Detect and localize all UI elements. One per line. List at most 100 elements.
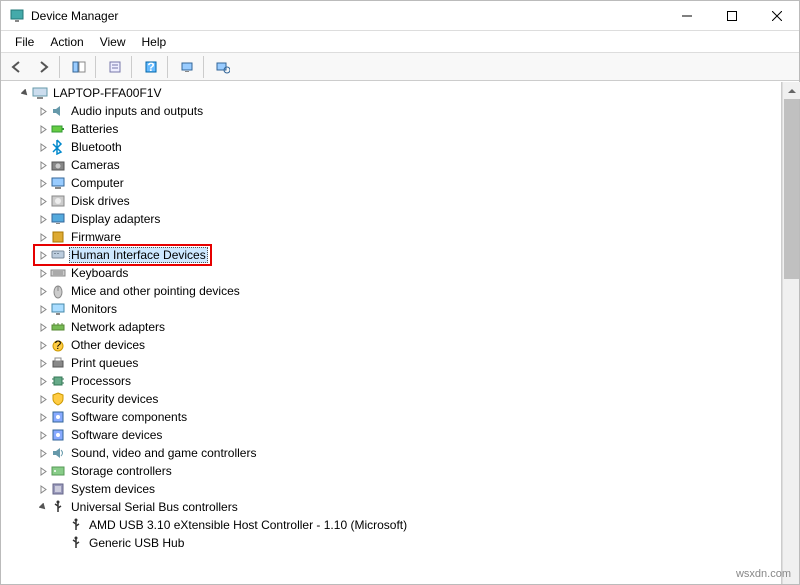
expand-icon[interactable] [37, 395, 49, 404]
category-label: Batteries [69, 121, 120, 137]
tree-category[interactable]: Human Interface Devices [1, 246, 781, 264]
expand-icon[interactable] [37, 107, 49, 116]
tree-device[interactable]: Generic USB Hub [1, 534, 781, 552]
processor-icon [50, 373, 66, 389]
watermark: wsxdn.com [736, 568, 791, 580]
category-label: Monitors [69, 301, 119, 317]
tree-category[interactable]: Security devices [1, 390, 781, 408]
expand-icon[interactable] [37, 215, 49, 224]
tree-category[interactable]: Software devices [1, 426, 781, 444]
expand-icon[interactable] [37, 251, 49, 260]
close-button[interactable] [754, 1, 799, 31]
expand-icon[interactable] [37, 179, 49, 188]
toolbar-separator [95, 56, 99, 78]
expand-icon[interactable] [37, 161, 49, 170]
category-label: Sound, video and game controllers [69, 445, 258, 461]
monitor-icon [50, 301, 66, 317]
scroll-up-button[interactable] [783, 82, 800, 99]
system-icon [50, 481, 66, 497]
tree-device[interactable]: AMD USB 3.10 eXtensible Host Controller … [1, 516, 781, 534]
expand-icon[interactable] [37, 125, 49, 134]
printer-icon [50, 355, 66, 371]
expand-icon[interactable] [37, 449, 49, 458]
menu-file[interactable]: File [7, 33, 42, 51]
security-icon [50, 391, 66, 407]
tree-category[interactable]: Audio inputs and outputs [1, 102, 781, 120]
tree-root[interactable]: LAPTOP-FFA00F1V [1, 84, 781, 102]
highlight-annotation: Human Interface Devices [33, 244, 212, 266]
menu-help[interactable]: Help [134, 33, 175, 51]
expand-icon[interactable] [37, 233, 49, 242]
expand-icon[interactable] [37, 377, 49, 386]
category-label: Storage controllers [69, 463, 174, 479]
computer-icon [50, 175, 66, 191]
expand-icon[interactable] [37, 305, 49, 314]
vertical-scrollbar[interactable] [782, 82, 799, 584]
expand-icon[interactable] [37, 413, 49, 422]
maximize-button[interactable] [709, 1, 754, 31]
expand-icon[interactable] [37, 341, 49, 350]
scan-hardware-button[interactable] [175, 56, 199, 78]
keyboard-icon [50, 265, 66, 281]
forward-button[interactable] [31, 56, 55, 78]
tree-category[interactable]: Display adapters [1, 210, 781, 228]
collapse-icon[interactable] [19, 89, 31, 98]
expand-icon[interactable] [37, 503, 49, 512]
expand-icon[interactable] [37, 359, 49, 368]
software-icon [50, 427, 66, 443]
category-label: Processors [69, 373, 133, 389]
toolbar-separator [203, 56, 207, 78]
tree-category[interactable]: Mice and other pointing devices [1, 282, 781, 300]
category-label: Cameras [69, 157, 122, 173]
category-label: Security devices [69, 391, 160, 407]
back-button[interactable] [5, 56, 29, 78]
tree-category[interactable]: Batteries [1, 120, 781, 138]
expand-icon[interactable] [37, 431, 49, 440]
tree-category[interactable]: Software components [1, 408, 781, 426]
tree-category[interactable]: ?Other devices [1, 336, 781, 354]
tree-category[interactable]: Storage controllers [1, 462, 781, 480]
scroll-thumb[interactable] [784, 99, 799, 279]
menu-view[interactable]: View [92, 33, 134, 51]
expand-icon[interactable] [37, 323, 49, 332]
category-label: Bluetooth [69, 139, 124, 155]
expand-icon[interactable] [37, 467, 49, 476]
expand-icon[interactable] [37, 269, 49, 278]
tree-category[interactable]: Sound, video and game controllers [1, 444, 781, 462]
category-label: Network adapters [69, 319, 167, 335]
tree-category[interactable]: Keyboards [1, 264, 781, 282]
storage-icon [50, 463, 66, 479]
show-hide-console-button[interactable] [67, 56, 91, 78]
tree-category[interactable]: Processors [1, 372, 781, 390]
minimize-button[interactable] [664, 1, 709, 31]
firmware-icon [50, 229, 66, 245]
category-label: Software devices [69, 427, 164, 443]
category-label: Keyboards [69, 265, 130, 281]
mouse-icon [50, 283, 66, 299]
tree-category[interactable]: Cameras [1, 156, 781, 174]
disk-icon [50, 193, 66, 209]
devices-view-button[interactable] [211, 56, 235, 78]
tree-category[interactable]: Computer [1, 174, 781, 192]
menu-action[interactable]: Action [42, 33, 91, 51]
menu-bar: File Action View Help [1, 31, 799, 53]
help-button[interactable]: ? [139, 56, 163, 78]
category-label: Audio inputs and outputs [69, 103, 205, 119]
tree-category[interactable]: System devices [1, 480, 781, 498]
svg-text:?: ? [147, 60, 154, 74]
network-icon [50, 319, 66, 335]
tree-category[interactable]: Monitors [1, 300, 781, 318]
category-label: Universal Serial Bus controllers [69, 499, 240, 515]
expand-icon[interactable] [37, 143, 49, 152]
computer-icon [32, 85, 48, 101]
expand-icon[interactable] [37, 287, 49, 296]
expand-icon[interactable] [37, 485, 49, 494]
tree-category[interactable]: Bluetooth [1, 138, 781, 156]
tree-category[interactable]: Disk drives [1, 192, 781, 210]
device-tree[interactable]: LAPTOP-FFA00F1VAudio inputs and outputs B… [1, 82, 782, 584]
tree-category[interactable]: Universal Serial Bus controllers [1, 498, 781, 516]
properties-button[interactable] [103, 56, 127, 78]
tree-category[interactable]: Print queues [1, 354, 781, 372]
tree-category[interactable]: Network adapters [1, 318, 781, 336]
expand-icon[interactable] [37, 197, 49, 206]
